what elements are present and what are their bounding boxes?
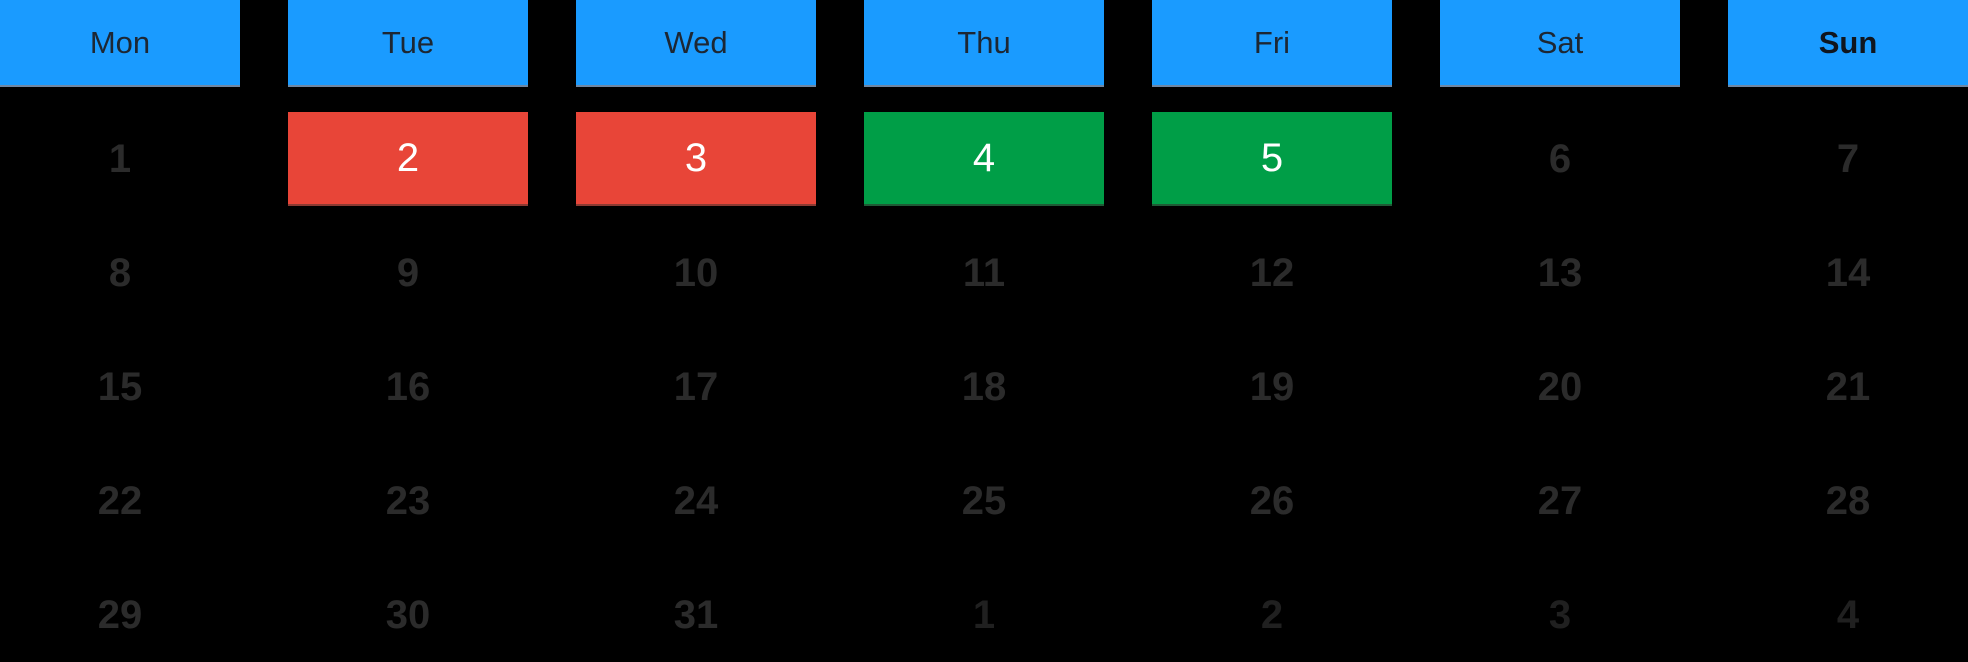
date-cell[interactable]: 27 (1440, 454, 1680, 548)
weekday-header-row: Mon Tue Wed Thu Fri Sat Sun (0, 0, 1968, 87)
date-cell[interactable]: 21 (1728, 340, 1968, 434)
date-cell[interactable]: 3 (1440, 568, 1680, 662)
date-cell[interactable]: 4 (864, 112, 1104, 206)
weekday-header-sun[interactable]: Sun (1728, 0, 1968, 87)
date-cell[interactable]: 29 (0, 568, 240, 662)
date-cell[interactable]: 3 (576, 112, 816, 206)
date-cell[interactable]: 22 (0, 454, 240, 548)
date-cell[interactable]: 15 (0, 340, 240, 434)
date-cell[interactable]: 1 (0, 112, 240, 206)
date-cell[interactable]: 14 (1728, 226, 1968, 320)
date-cell[interactable]: 24 (576, 454, 816, 548)
date-cell[interactable]: 30 (288, 568, 528, 662)
date-cell[interactable]: 16 (288, 340, 528, 434)
weekday-header-wed[interactable]: Wed (576, 0, 816, 87)
date-cell[interactable]: 7 (1728, 112, 1968, 206)
date-cell[interactable]: 4 (1728, 568, 1968, 662)
date-cell[interactable]: 2 (1152, 568, 1392, 662)
calendar-grid: Mon Tue Wed Thu Fri Sat Sun 1 2 3 4 5 6 7 8 9 10 11 12 13 1… (0, 0, 1968, 660)
date-cell[interactable]: 10 (576, 226, 816, 320)
weekday-header-thu[interactable]: Thu (864, 0, 1104, 87)
weekday-header-tue[interactable]: Tue (288, 0, 528, 87)
date-cell[interactable]: 1 (864, 568, 1104, 662)
weekday-header-fri[interactable]: Fri (1152, 0, 1392, 87)
date-cell[interactable]: 5 (1152, 112, 1392, 206)
date-cell[interactable]: 13 (1440, 226, 1680, 320)
date-cell[interactable]: 11 (864, 226, 1104, 320)
weekday-header-mon[interactable]: Mon (0, 0, 240, 87)
weekday-header-sat[interactable]: Sat (1440, 0, 1680, 87)
date-cell[interactable]: 31 (576, 568, 816, 662)
date-cell[interactable]: 17 (576, 340, 816, 434)
date-cell[interactable]: 28 (1728, 454, 1968, 548)
date-cell[interactable]: 12 (1152, 226, 1392, 320)
date-cell[interactable]: 26 (1152, 454, 1392, 548)
date-cell[interactable]: 23 (288, 454, 528, 548)
date-cell[interactable]: 9 (288, 226, 528, 320)
date-cell[interactable]: 25 (864, 454, 1104, 548)
date-cell[interactable]: 19 (1152, 340, 1392, 434)
date-cell[interactable]: 8 (0, 226, 240, 320)
date-cell[interactable]: 2 (288, 112, 528, 206)
date-cell[interactable]: 18 (864, 340, 1104, 434)
date-cell[interactable]: 6 (1440, 112, 1680, 206)
date-cell[interactable]: 20 (1440, 340, 1680, 434)
